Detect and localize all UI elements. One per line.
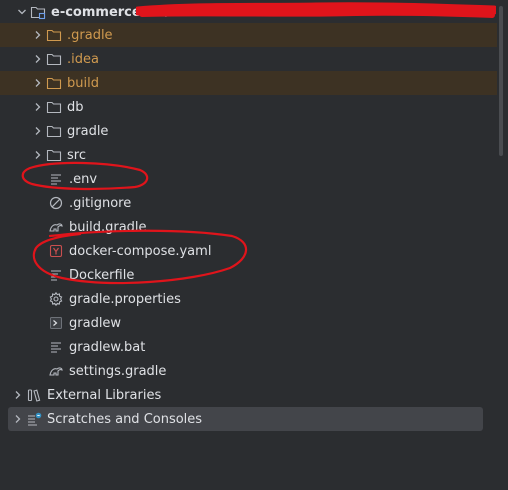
tree-item-label: build.gradle <box>69 219 147 235</box>
tree-item-label: build <box>67 75 99 91</box>
tree-item-label: .idea <box>67 51 99 67</box>
tree-item-label: .env <box>69 171 98 187</box>
tree-item-dockerfile[interactable]: Dockerfile <box>0 263 497 287</box>
tree-item-gradle-hidden[interactable]: .gradle <box>0 23 497 47</box>
tree-item-label: .gitignore <box>69 195 132 211</box>
scrollbar-thumb[interactable] <box>499 6 503 156</box>
chevron-right-icon[interactable] <box>30 71 46 95</box>
folder-module-icon <box>30 4 46 20</box>
text-file-icon <box>48 339 64 355</box>
project-path: C:\ <box>148 4 167 20</box>
tree-item-gitignore[interactable]: .gitignore <box>0 191 497 215</box>
folder-icon <box>46 51 62 67</box>
chevron-right-icon[interactable] <box>10 383 26 407</box>
folder-icon <box>46 99 62 115</box>
yaml-icon <box>48 243 64 259</box>
scratches-icon <box>26 411 42 427</box>
tree-item-label: Dockerfile <box>69 267 135 283</box>
folder-icon <box>46 27 62 43</box>
chevron-right-icon[interactable] <box>10 407 26 431</box>
tree-item-build[interactable]: build <box>0 71 497 95</box>
ignore-file-icon <box>48 195 64 211</box>
text-file-icon <box>48 267 64 283</box>
tree-item-label: .gradle <box>67 27 113 43</box>
gradle-icon <box>48 219 64 235</box>
chevron-right-icon[interactable] <box>30 23 46 47</box>
tree-item-label: gradlew.bat <box>69 339 146 355</box>
tree-item-db[interactable]: db <box>0 95 497 119</box>
tree-item-env[interactable]: .env <box>0 167 497 191</box>
tree-item-settings-gradle[interactable]: settings.gradle <box>0 359 497 383</box>
tree-item-external-libraries[interactable]: External Libraries <box>0 383 497 407</box>
chevron-right-icon[interactable] <box>30 143 46 167</box>
tree-item-label: External Libraries <box>47 387 162 403</box>
folder-icon <box>46 75 62 91</box>
tree-item-docker-compose[interactable]: docker-compose.yaml <box>0 239 497 263</box>
tree-item-label: src <box>67 147 86 163</box>
tree-item-gradlew[interactable]: gradlew <box>0 311 497 335</box>
tree-item-label: Scratches and Consoles <box>47 411 203 427</box>
tree-item-build-gradle[interactable]: build.gradle <box>0 215 497 239</box>
tree-item-label: gradlew <box>69 315 122 331</box>
tree-item-gradle-properties[interactable]: gradle.properties <box>0 287 497 311</box>
gear-icon <box>48 291 64 307</box>
tree-item-gradlew-bat[interactable]: gradlew.bat <box>0 335 497 359</box>
chevron-right-icon[interactable] <box>30 95 46 119</box>
tree-item-label: db <box>67 99 84 115</box>
text-file-icon <box>48 171 64 187</box>
tree-item-gradle[interactable]: gradle <box>0 119 497 143</box>
tree-item-scratches-and-consoles[interactable]: Scratches and Consoles <box>8 407 483 431</box>
chevron-right-icon[interactable] <box>30 119 46 143</box>
tree-item-src[interactable]: src <box>0 143 497 167</box>
tree-item-label: docker-compose.yaml <box>69 243 212 259</box>
tree-item-label: e-commerce <box>51 4 141 20</box>
tree-item-label: settings.gradle <box>69 363 167 379</box>
folder-icon <box>46 123 62 139</box>
chevron-down-icon[interactable] <box>14 0 30 24</box>
tree-item-label: gradle.properties <box>69 291 181 307</box>
project-tree: e-commerce C:\ .gradle .idea build db gr… <box>0 0 508 490</box>
folder-icon <box>46 147 62 163</box>
gradle-icon <box>48 363 64 379</box>
library-icon <box>26 387 42 403</box>
tree-item-idea[interactable]: .idea <box>0 47 497 71</box>
tree-item-e-commerce[interactable]: e-commerce C:\ <box>0 0 497 24</box>
chevron-right-icon[interactable] <box>30 47 46 71</box>
tree-item-label: gradle <box>67 123 109 139</box>
script-icon <box>48 315 64 331</box>
